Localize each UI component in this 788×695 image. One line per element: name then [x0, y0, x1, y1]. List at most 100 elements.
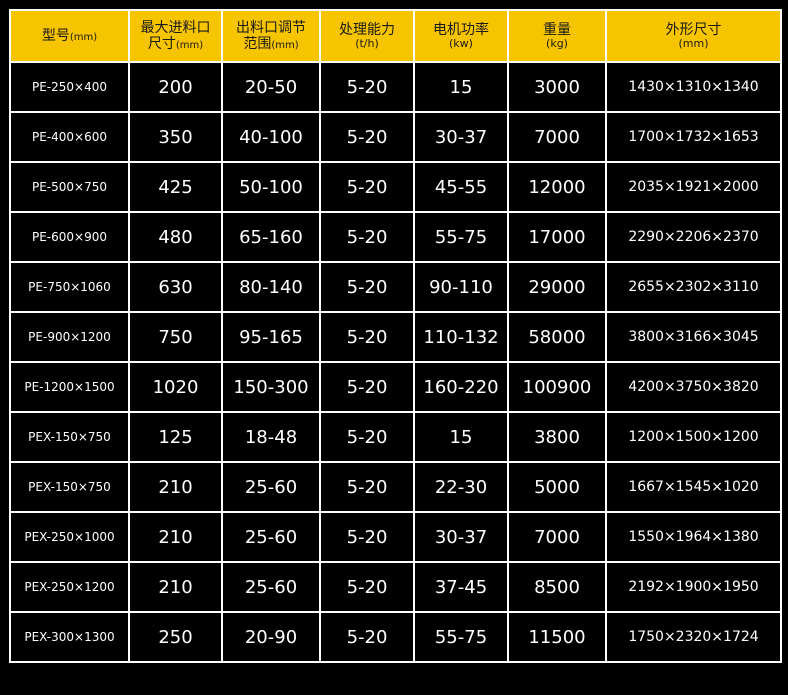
cell-model: PEX-150×750 [9, 411, 130, 463]
table-row: PE-600×900 480 65-160 5-20 55-75 17000 2… [9, 211, 782, 263]
cell-overall-dimensions: 1700×1732×1653 [605, 111, 782, 163]
cell-model: PE-400×600 [9, 111, 130, 163]
table-body: PE-250×400 200 20-50 5-20 15 3000 1430×1… [9, 61, 782, 663]
cell-capacity: 5-20 [319, 311, 415, 363]
cell-weight: 3800 [507, 411, 607, 463]
cell-outlet-range: 65-160 [221, 211, 321, 263]
cell-motor-power: 37-45 [413, 561, 509, 613]
cell-feed-size: 425 [128, 161, 223, 213]
header-motor-power-label: 电机功率 [433, 21, 489, 38]
header-weight-unit: (kg) [546, 36, 568, 50]
header-weight-label: 重量 [543, 21, 571, 38]
cell-weight: 17000 [507, 211, 607, 263]
cell-feed-size: 1020 [128, 361, 223, 413]
cell-capacity: 5-20 [319, 561, 415, 613]
cell-feed-size: 125 [128, 411, 223, 463]
cell-motor-power: 55-75 [413, 611, 509, 663]
cell-outlet-range: 20-90 [221, 611, 321, 663]
cell-motor-power: 15 [413, 411, 509, 463]
table-row: PE-1200×1500 1020 150-300 5-20 160-220 1… [9, 361, 782, 413]
header-weight: 重量 (kg) [507, 9, 607, 63]
cell-outlet-range: 150-300 [221, 361, 321, 413]
cell-model: PEX-250×1000 [9, 511, 130, 563]
header-model-unit: (mm) [69, 31, 98, 43]
header-capacity: 处理能力 (t/h) [319, 9, 415, 63]
cell-weight: 100900 [507, 361, 607, 413]
cell-feed-size: 750 [128, 311, 223, 363]
table-row: PEX-150×750 210 25-60 5-20 22-30 5000 16… [9, 461, 782, 513]
cell-motor-power: 110-132 [413, 311, 509, 363]
header-feed-size-line2: 尺寸 [147, 36, 176, 52]
cell-overall-dimensions: 4200×3750×3820 [605, 361, 782, 413]
header-outlet-range-line2: 范围 [243, 36, 272, 52]
cell-overall-dimensions: 3800×3166×3045 [605, 311, 782, 363]
cell-model: PE-600×900 [9, 211, 130, 263]
table-row: PEX-250×1200 210 25-60 5-20 37-45 8500 2… [9, 561, 782, 613]
cell-model: PE-1200×1500 [9, 361, 130, 413]
cell-capacity: 5-20 [319, 511, 415, 563]
cell-motor-power: 160-220 [413, 361, 509, 413]
cell-weight: 7000 [507, 111, 607, 163]
cell-motor-power: 15 [413, 61, 509, 113]
cell-weight: 11500 [507, 611, 607, 663]
cell-capacity: 5-20 [319, 211, 415, 263]
cell-feed-size: 200 [128, 61, 223, 113]
cell-overall-dimensions: 2035×1921×2000 [605, 161, 782, 213]
cell-weight: 58000 [507, 311, 607, 363]
cell-weight: 8500 [507, 561, 607, 613]
page-background: 型号(mm) 最大进料口 尺寸(mm) 出料口调节 范围(mm) 处理能力 (t… [0, 0, 788, 695]
cell-weight: 29000 [507, 261, 607, 313]
cell-outlet-range: 25-60 [221, 461, 321, 513]
table-header-row: 型号(mm) 最大进料口 尺寸(mm) 出料口调节 范围(mm) 处理能力 (t… [9, 9, 782, 63]
header-outlet-range: 出料口调节 范围(mm) [221, 9, 321, 63]
cell-model: PEX-250×1200 [9, 561, 130, 613]
cell-model: PE-900×1200 [9, 311, 130, 363]
cell-feed-size: 350 [128, 111, 223, 163]
header-outlet-range-line1: 出料口调节 [236, 19, 306, 36]
cell-motor-power: 55-75 [413, 211, 509, 263]
table-row: PEX-250×1000 210 25-60 5-20 30-37 7000 1… [9, 511, 782, 563]
cell-capacity: 5-20 [319, 411, 415, 463]
cell-motor-power: 45-55 [413, 161, 509, 213]
cell-feed-size: 210 [128, 511, 223, 563]
cell-model: PEX-300×1300 [9, 611, 130, 663]
header-capacity-unit: (t/h) [355, 36, 379, 50]
cell-weight: 5000 [507, 461, 607, 513]
cell-overall-dimensions: 2655×2302×3110 [605, 261, 782, 313]
cell-motor-power: 30-37 [413, 511, 509, 563]
table-row: PE-900×1200 750 95-165 5-20 110-132 5800… [9, 311, 782, 363]
table-row: PE-250×400 200 20-50 5-20 15 3000 1430×1… [9, 61, 782, 113]
table-row: PE-400×600 350 40-100 5-20 30-37 7000 17… [9, 111, 782, 163]
header-feed-size-unit: (mm) [175, 40, 204, 51]
header-motor-power-unit: (kw) [449, 36, 473, 50]
header-feed-size-line1: 最大进料口 [140, 19, 211, 36]
cell-feed-size: 630 [128, 261, 223, 313]
cell-capacity: 5-20 [319, 61, 415, 113]
cell-feed-size: 210 [128, 461, 223, 513]
cell-feed-size: 210 [128, 561, 223, 613]
cell-model: PE-250×400 [9, 61, 130, 113]
header-overall-dimensions: 外形尺寸 (mm) [605, 9, 782, 63]
table-row: PEX-300×1300 250 20-90 5-20 55-75 11500 … [9, 611, 782, 663]
header-model-label: 型号 [41, 27, 70, 44]
cell-outlet-range: 20-50 [221, 61, 321, 113]
cell-overall-dimensions: 1667×1545×1020 [605, 461, 782, 513]
cell-overall-dimensions: 2290×2206×2370 [605, 211, 782, 263]
header-capacity-label: 处理能力 [339, 21, 395, 38]
header-motor-power: 电机功率 (kw) [413, 9, 509, 63]
cell-overall-dimensions: 1200×1500×1200 [605, 411, 782, 463]
table-row: PE-500×750 425 50-100 5-20 45-55 12000 2… [9, 161, 782, 213]
header-outlet-range-unit: (mm) [271, 40, 299, 51]
cell-motor-power: 90-110 [413, 261, 509, 313]
cell-capacity: 5-20 [319, 361, 415, 413]
cell-overall-dimensions: 1750×2320×1724 [605, 611, 782, 663]
cell-overall-dimensions: 2192×1900×1950 [605, 561, 782, 613]
cell-feed-size: 250 [128, 611, 223, 663]
cell-weight: 12000 [507, 161, 607, 213]
cell-capacity: 5-20 [319, 111, 415, 163]
cell-motor-power: 22-30 [413, 461, 509, 513]
cell-outlet-range: 40-100 [221, 111, 321, 163]
jaw-crusher-spec-table: 型号(mm) 最大进料口 尺寸(mm) 出料口调节 范围(mm) 处理能力 (t… [9, 9, 782, 663]
table-row: PE-750×1060 630 80-140 5-20 90-110 29000… [9, 261, 782, 313]
cell-motor-power: 30-37 [413, 111, 509, 163]
